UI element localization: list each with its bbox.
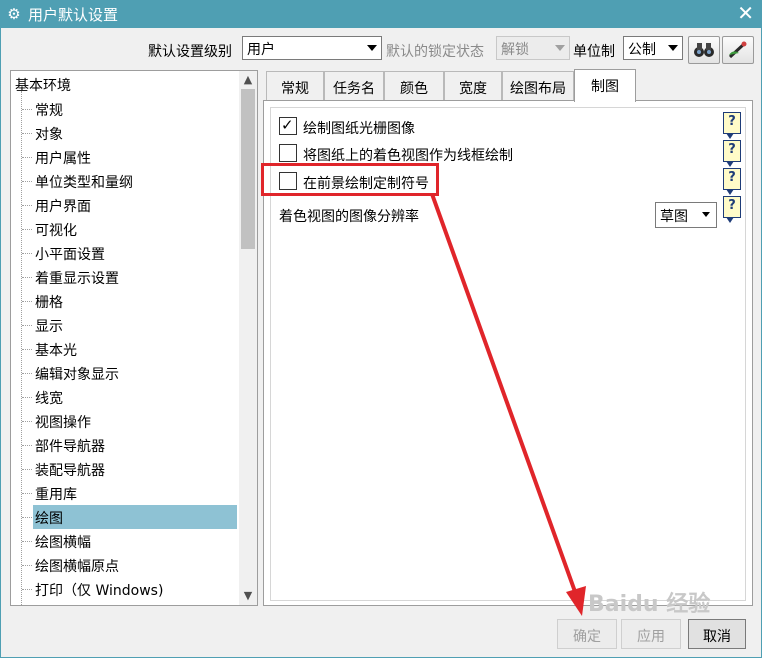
chevron-down-icon — [702, 212, 710, 217]
lock-select[interactable]: 解锁 — [496, 36, 570, 60]
tree-item[interactable]: 线宽 — [33, 385, 237, 409]
tree-branch-line — [22, 445, 32, 446]
annotation-highlight-box — [261, 163, 439, 196]
units-select-value: 公制 — [628, 42, 656, 58]
tree-branch-line — [22, 541, 32, 542]
units-label: 单位制 — [573, 44, 615, 60]
tree-item[interactable]: 用户界面 — [33, 193, 237, 217]
tree-item[interactable]: 绘图横幅 — [33, 529, 237, 553]
ok-button[interactable]: 确定 — [557, 619, 617, 649]
window-title: 用户默认设置 — [28, 5, 119, 24]
scroll-thumb[interactable] — [241, 89, 255, 249]
chevron-down-icon — [367, 45, 377, 51]
tree-branch-line — [22, 301, 32, 302]
tree-branch-line — [22, 421, 32, 422]
tree-item[interactable]: 装配导航器 — [33, 457, 237, 481]
tree-item[interactable]: 小平面设置 — [33, 241, 237, 265]
tab[interactable]: 制图 — [574, 69, 636, 102]
tree-item[interactable]: 基本光 — [33, 337, 237, 361]
scroll-down-icon[interactable]: ▼ — [239, 587, 257, 605]
tab[interactable]: 颜色 — [384, 71, 444, 101]
tree-branch-line — [22, 181, 32, 182]
tree-branch-line — [22, 277, 32, 278]
tree-item[interactable]: 用户属性 — [33, 145, 237, 169]
tree-item[interactable]: 显示 — [33, 313, 237, 337]
tree-item[interactable]: 绘图 — [33, 505, 237, 529]
gear-icon: ⚙ — [7, 5, 21, 23]
wand-icon — [728, 41, 747, 59]
tree-item[interactable]: 对象 — [33, 121, 237, 145]
tree-root-label[interactable]: 基本环境 — [15, 75, 71, 95]
checkmark-icon: ✓ — [281, 116, 294, 134]
tab[interactable]: 绘图布局 — [502, 71, 574, 101]
resolution-label: 着色视图的图像分辨率 — [279, 209, 419, 225]
tree-branch-line — [22, 349, 32, 350]
tree-branch-line — [22, 565, 32, 566]
chevron-down-icon — [555, 45, 565, 51]
tree-item[interactable]: 常规 — [33, 97, 237, 121]
manage-defaults-button[interactable] — [722, 36, 754, 64]
settings-toolbar: 默认设置级别 用户 默认的锁定状态 解锁 单位制 公制 — [0, 34, 762, 64]
tree-item[interactable]: 部件导航器 — [33, 433, 237, 457]
help-icon[interactable]: ? — [723, 196, 741, 223]
help-icon[interactable]: ? — [723, 168, 741, 195]
lock-label: 默认的锁定状态 — [386, 44, 484, 60]
tree-scrollbar[interactable]: ▲ ▼ — [239, 71, 257, 605]
tree-branch-line — [22, 157, 32, 158]
cancel-button[interactable]: 取消 — [688, 619, 746, 649]
tab[interactable]: 常规 — [266, 71, 324, 101]
tree-branch-line — [22, 229, 32, 230]
tree-item[interactable]: 着重显示设置 — [33, 265, 237, 289]
title-bar: ⚙ 用户默认设置 ✕ — [0, 0, 762, 28]
help-icon[interactable]: ? — [723, 112, 741, 139]
checkbox[interactable] — [279, 144, 297, 162]
tree-branch-line — [22, 517, 32, 518]
tree-branch-line — [22, 469, 32, 470]
watermark-logo: Baidu 经验 — [588, 592, 711, 617]
scroll-up-icon[interactable]: ▲ — [239, 71, 257, 89]
level-select[interactable]: 用户 — [242, 36, 382, 60]
checkbox[interactable]: ✓ — [279, 116, 297, 135]
tree-branch-line — [22, 493, 32, 494]
find-defaults-button[interactable] — [688, 36, 720, 64]
option-label: 绘制图纸光栅图像 — [303, 121, 415, 137]
tree-item[interactable]: 编辑对象显示 — [33, 361, 237, 385]
tree-item[interactable]: 打印（仅 Windows) — [33, 577, 237, 601]
tree-item[interactable]: 绘图横幅原点 — [33, 553, 237, 577]
tree-branch-line — [22, 325, 32, 326]
category-tree: 基本环境 常规 对象 用户属性 单位类型和量纲 用户界面 可视化 小平面设置 着重显示设置 栅格… — [10, 70, 258, 606]
binoculars-icon — [694, 43, 714, 57]
tree-branch-line — [22, 397, 32, 398]
tree-branch-line — [22, 253, 32, 254]
tab[interactable]: 宽度 — [444, 71, 502, 101]
level-label: 默认设置级别 — [148, 44, 232, 60]
apply-button[interactable]: 应用 — [621, 619, 681, 649]
tree-branch-line — [22, 373, 32, 374]
level-select-value: 用户 — [247, 42, 275, 58]
chevron-down-icon — [668, 45, 678, 51]
tab[interactable]: 任务名 — [324, 71, 384, 101]
resolution-select-value: 草图 — [660, 209, 688, 225]
close-icon[interactable]: ✕ — [737, 2, 754, 24]
tree-item[interactable]: 重用库 — [33, 481, 237, 505]
units-select[interactable]: 公制 — [623, 36, 683, 60]
resolution-select[interactable]: 草图 — [655, 202, 717, 228]
lock-select-value: 解锁 — [501, 42, 529, 58]
help-icon[interactable]: ? — [723, 140, 741, 167]
tree-branch-line — [22, 133, 32, 134]
tree-item[interactable]: 栅格 — [33, 289, 237, 313]
tree-item[interactable]: 可视化 — [33, 217, 237, 241]
tree-branch-line — [22, 205, 32, 206]
tree-branch-line — [22, 589, 32, 590]
tree-item[interactable]: 视图操作 — [33, 409, 237, 433]
option-label: 将图纸上的着色视图作为线框绘制 — [303, 148, 513, 164]
tree-branch-line — [22, 109, 32, 110]
tree-item[interactable]: 单位类型和量纲 — [33, 169, 237, 193]
